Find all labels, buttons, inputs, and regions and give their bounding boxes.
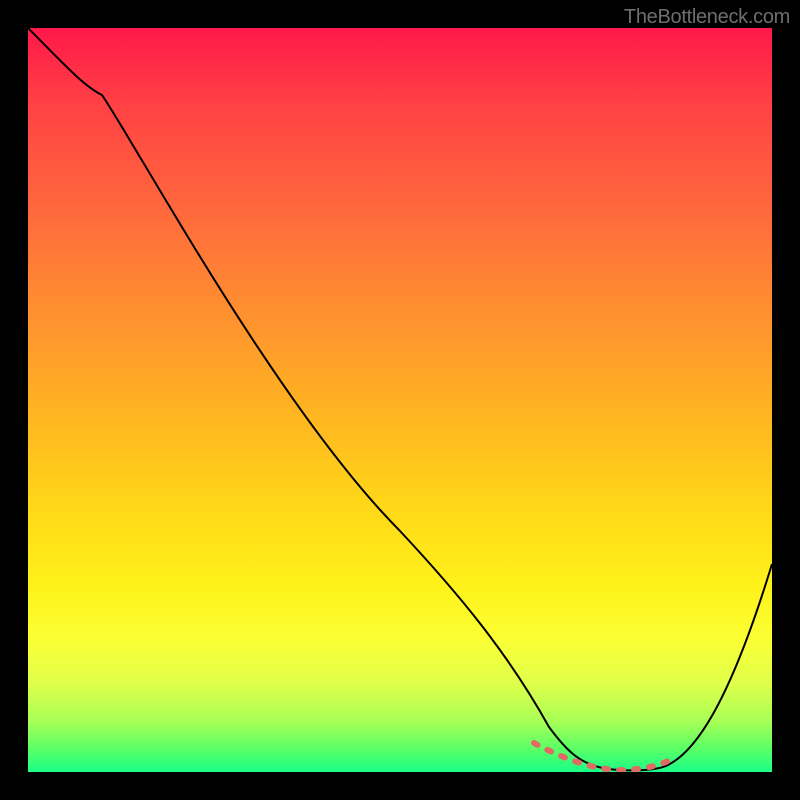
bottleneck-curve (28, 28, 772, 770)
sweet-spot-marker (534, 743, 668, 770)
chart-container: TheBottleneck.com (0, 0, 800, 800)
attribution-watermark: TheBottleneck.com (624, 6, 790, 29)
plot-area (28, 28, 772, 772)
curve-overlay (28, 28, 772, 772)
